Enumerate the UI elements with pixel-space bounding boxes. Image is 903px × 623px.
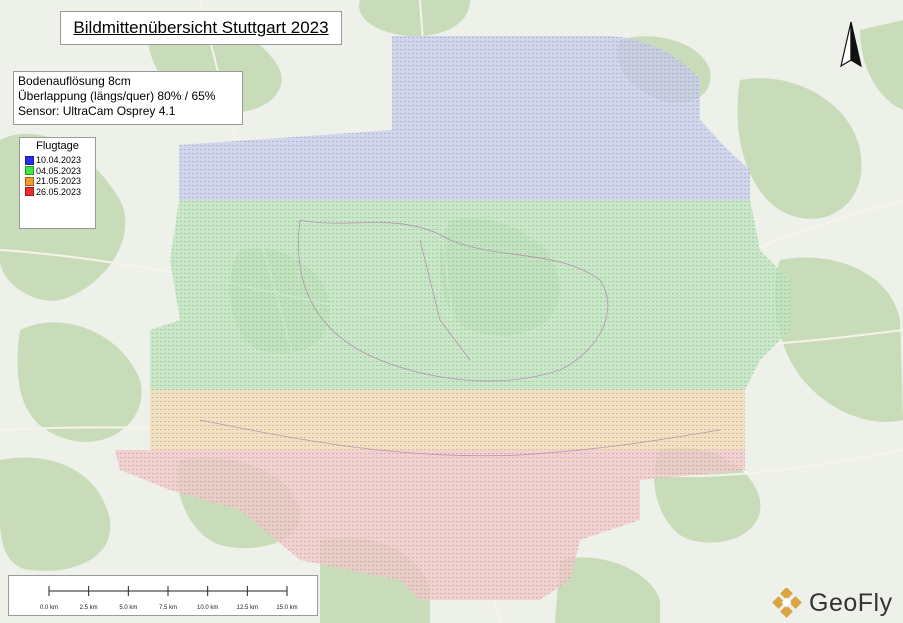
flight-info-box: Bodenauflösung 8cm Überlappung (längs/qu… — [13, 71, 243, 125]
legend-label: 10.04.2023 — [36, 155, 82, 166]
geofly-logo-icon — [772, 588, 802, 618]
scale-tick-label: 15.0 km — [276, 605, 297, 611]
scale-tick-label: 2.5 km — [80, 605, 98, 611]
scale-bar-graphic: 0.0 km 2.5 km 5.0 km 7.5 km 10.0 km 12.5 km 15… — [40, 586, 298, 611]
north-arrow-icon — [840, 21, 862, 68]
geofly-logo-text: GeoFly — [809, 588, 893, 617]
map-view[interactable]: Bildmittenübersicht Stuttgart 2023 Boden… — [0, 0, 903, 623]
scale-tick-label: 0.0 km — [40, 605, 58, 611]
legend-item: 26.05.2023 — [20, 187, 95, 198]
overlap-text: Überlappung (längs/quer) 80% / 65% — [18, 89, 216, 103]
legend-title: Flugtage — [36, 140, 79, 152]
legend-swatch — [25, 155, 34, 165]
legend-item: 10.04.2023 — [20, 155, 95, 166]
scale-tick-label: 7.5 km — [159, 605, 177, 611]
legend-item: 04.05.2023 — [20, 166, 95, 177]
map-title-box: Bildmittenübersicht Stuttgart 2023 — [60, 11, 342, 45]
legend-label: 04.05.2023 — [36, 165, 82, 176]
sensor-text: Sensor: UltraCam Osprey 4.1 — [18, 104, 176, 118]
scale-bar: 0.0 km 2.5 km 5.0 km 7.5 km 10.0 km 12.5 km 15… — [8, 575, 318, 616]
legend-swatch — [25, 176, 34, 186]
legend-item: 21.05.2023 — [20, 176, 95, 187]
ground-resolution-text: Bodenauflösung 8cm — [18, 74, 131, 88]
legend-swatch — [25, 187, 34, 197]
scale-tick-label: 12.5 km — [237, 605, 258, 611]
legend: Flugtage 10.04.2023 04.05.2023 21.05.202… — [19, 137, 96, 229]
map-title: Bildmittenübersicht Stuttgart 2023 — [73, 18, 329, 37]
legend-label: 26.05.2023 — [36, 186, 82, 197]
legend-swatch — [25, 166, 34, 176]
legend-label: 21.05.2023 — [36, 176, 82, 187]
scale-tick-label: 10.0 km — [197, 605, 218, 611]
geofly-logo: GeoFly — [772, 588, 893, 618]
scale-ticks: 0.0 km 2.5 km 5.0 km 7.5 km 10.0 km 12.5 km 15… — [40, 586, 298, 611]
scale-tick-label: 5.0 km — [119, 605, 137, 611]
